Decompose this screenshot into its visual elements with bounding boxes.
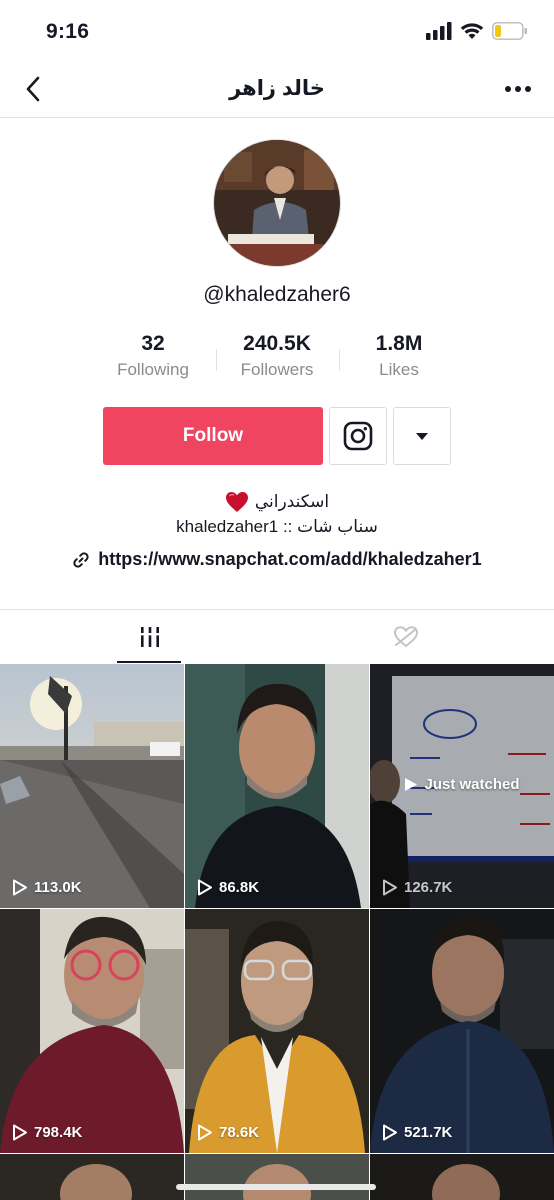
video-thumbnail-image [185, 1154, 369, 1200]
play-icon [13, 879, 27, 896]
play-icon [383, 1124, 397, 1141]
stat-likes-count: 1.8M [375, 332, 423, 355]
video-views-count: 86.8K [219, 879, 260, 896]
more-options-button[interactable] [502, 76, 534, 102]
tab-videos[interactable] [11, 610, 288, 664]
bio-line-1: اسكندراني [0, 489, 554, 514]
play-icon [198, 879, 212, 896]
stat-following[interactable]: 32 Following [93, 331, 213, 383]
video-views: 86.8K [197, 879, 259, 896]
play-icon [198, 1124, 212, 1141]
video-thumbnail[interactable]: Just watched 126.7K [370, 664, 554, 908]
status-time: 9:16 [46, 20, 90, 43]
home-indicator [176, 1184, 376, 1190]
video-thumbnail-image [185, 909, 369, 1153]
video-thumbnail[interactable] [0, 1154, 184, 1200]
heart-icon [225, 491, 248, 512]
bio: اسكندراني سناب شات :: khaledzaher1 [0, 489, 554, 539]
video-thumbnail[interactable]: 798.4K [0, 909, 184, 1153]
play-filled-icon [405, 778, 418, 791]
instagram-icon [343, 421, 373, 451]
nav-bar: خالد زاهر [0, 64, 554, 118]
play-icon [13, 1124, 27, 1141]
status-bar: 9:16 [0, 0, 554, 64]
stat-followers[interactable]: 240.5K Followers [217, 331, 337, 383]
video-views-count: 113.0K [34, 879, 82, 896]
stat-following-label: Following [117, 360, 189, 379]
username: @khaledzaher6 [203, 283, 351, 306]
video-thumbnail-image [0, 664, 184, 908]
stat-following-count: 32 [141, 332, 165, 355]
tab-liked[interactable] [267, 610, 544, 664]
just-watched-label: Just watched [424, 776, 520, 793]
video-thumbnail[interactable] [185, 1154, 369, 1200]
page-title: خالد زاهر [229, 77, 325, 100]
link-icon [73, 551, 89, 568]
caret-down-icon [416, 432, 428, 440]
bio-link[interactable]: https://www.snapchat.com/add/khaledzaher… [0, 549, 554, 570]
profile-stats: 32 Following 240.5K Followers 1.8M Likes [93, 331, 463, 389]
follow-button[interactable]: Follow [103, 407, 323, 465]
profile-tabs [0, 609, 554, 663]
stat-likes-label: Likes [379, 360, 419, 379]
video-views: 78.6K [197, 1124, 259, 1141]
suggested-accounts-button[interactable] [393, 407, 451, 465]
video-thumbnail[interactable] [370, 1154, 554, 1200]
stat-followers-label: Followers [240, 360, 314, 379]
avatar-photo [214, 140, 340, 266]
video-thumbnail-image [0, 1154, 184, 1200]
more-icon [505, 86, 531, 92]
video-views: 798.4K [12, 1124, 82, 1141]
video-thumbnail-image [0, 909, 184, 1153]
video-thumbnail[interactable]: 78.6K [185, 909, 369, 1153]
instagram-button[interactable] [329, 407, 387, 465]
stat-followers-count: 240.5K [243, 332, 311, 355]
video-thumbnail-image [185, 664, 369, 908]
bio-line-2: سناب شات :: khaledzaher1 [176, 517, 378, 536]
play-icon [383, 879, 397, 896]
wifi-icon [460, 23, 484, 39]
video-thumbnail-image [370, 1154, 554, 1200]
video-views-count: 521.7K [404, 1124, 453, 1141]
video-thumbnail-image [370, 909, 554, 1153]
video-views: 113.0K [12, 879, 82, 896]
just-watched-badge: Just watched [370, 776, 554, 793]
video-views: 126.7K [382, 879, 452, 896]
avatar[interactable] [213, 139, 341, 267]
video-views-count: 798.4K [34, 1124, 83, 1141]
liked-hidden-icon [393, 626, 418, 648]
active-tab-indicator [117, 661, 181, 663]
video-views-count: 78.6K [219, 1124, 260, 1141]
video-views: 521.7K [382, 1124, 452, 1141]
bio-link-text: https://www.snapchat.com/add/khaledzaher… [98, 549, 482, 569]
video-thumbnail[interactable]: 113.0K [0, 664, 184, 908]
video-thumbnail[interactable]: 86.8K [185, 664, 369, 908]
status-icons [426, 22, 528, 40]
videos-grid-icon [138, 627, 161, 647]
stat-likes[interactable]: 1.8M Likes [339, 331, 459, 383]
video-thumbnail[interactable]: 521.7K [370, 909, 554, 1153]
bio-line-1-text: اسكندراني [254, 492, 330, 511]
battery-icon [492, 22, 527, 40]
video-views-count: 126.7K [404, 879, 453, 896]
signal-icon [426, 22, 452, 40]
